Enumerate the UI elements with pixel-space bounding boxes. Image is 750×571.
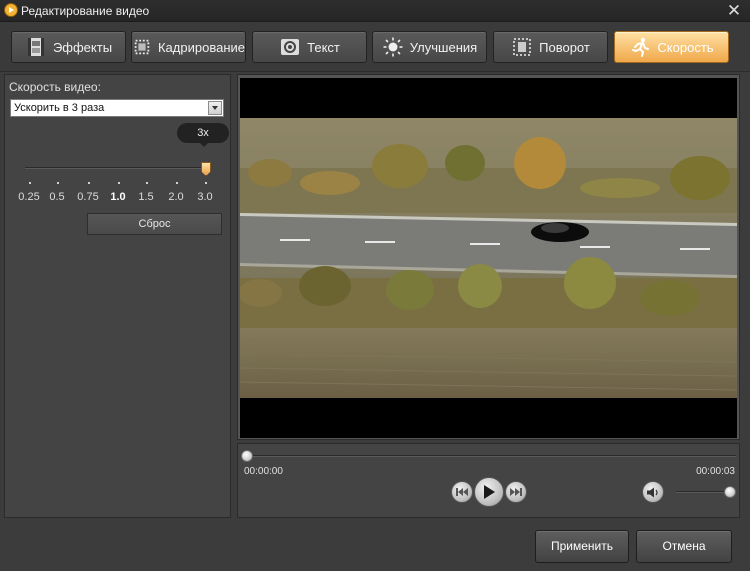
speed-select[interactable]: Ускорить в 3 раза xyxy=(10,99,224,117)
tab-effects[interactable]: Эффекты xyxy=(11,31,126,63)
running-man-icon xyxy=(632,37,650,57)
seek-bar-track[interactable] xyxy=(246,455,736,457)
apply-button[interactable]: Применить xyxy=(535,530,629,563)
play-icon xyxy=(484,485,495,499)
volume-slider-thumb[interactable] xyxy=(724,486,736,498)
tab-effects-label: Эффекты xyxy=(52,39,113,55)
speed-slider-thumb[interactable] xyxy=(201,162,211,176)
tick-dot xyxy=(176,182,178,184)
tick-label: 0.75 xyxy=(77,191,99,203)
chevron-down-icon[interactable] xyxy=(208,101,222,115)
tick-label: 2.0 xyxy=(168,191,184,203)
tick-dot xyxy=(118,182,120,184)
fast-forward-button[interactable] xyxy=(505,481,527,503)
tick-label: 1.5 xyxy=(138,191,154,203)
tick-dot xyxy=(29,182,31,184)
tab-text-label: Текст xyxy=(307,39,340,55)
tab-crop-label: Кадрирование xyxy=(157,39,245,55)
speed-slider-track[interactable] xyxy=(25,167,210,169)
tab-rotate-label: Поворот xyxy=(539,39,590,55)
volume-button[interactable] xyxy=(642,481,664,503)
rewind-button[interactable] xyxy=(451,481,473,503)
tick-dot xyxy=(205,182,207,184)
speaker-icon xyxy=(647,487,658,497)
tick-label: 0.25 xyxy=(18,191,40,203)
tab-speed-label: Скорость xyxy=(657,39,714,55)
video-preview-frame xyxy=(237,74,740,440)
speed-label: Скорость видео: xyxy=(9,80,101,94)
tick-dot xyxy=(57,182,59,184)
text-icon xyxy=(281,39,300,55)
speed-settings-panel: Скорость видео: Ускорить в 3 раза 3x 0.2… xyxy=(4,74,231,518)
tab-enhancements[interactable]: Улучшения xyxy=(372,31,487,63)
tick-label: 1.0 xyxy=(110,191,126,203)
crop-icon xyxy=(134,39,150,55)
tab-text[interactable]: Текст xyxy=(252,31,367,63)
tab-speed[interactable]: Скорость xyxy=(614,31,729,63)
time-total: 00:00:03 xyxy=(696,466,735,477)
brightness-icon xyxy=(383,37,403,57)
tab-rotate[interactable]: Поворот xyxy=(493,31,608,63)
tick-dot xyxy=(88,182,90,184)
tab-enhancements-label: Улучшения xyxy=(409,39,478,55)
rewind-icon xyxy=(456,488,468,496)
tick-label: 0.5 xyxy=(49,191,65,203)
playback-controls: 00:00:00 00:00:03 xyxy=(237,443,740,518)
play-button[interactable] xyxy=(474,477,504,507)
tab-crop[interactable]: Кадрирование xyxy=(131,31,246,63)
reset-button[interactable]: Сброс xyxy=(87,213,222,235)
cancel-button[interactable]: Отмена xyxy=(636,530,732,563)
video-still-image xyxy=(240,78,737,438)
tab-bar: Эффекты Кадрирование Текст Улучшения Пов… xyxy=(0,22,750,72)
seek-bar-thumb[interactable] xyxy=(241,450,253,462)
speed-select-value: Ускорить в 3 раза xyxy=(14,102,105,114)
video-frame xyxy=(240,78,737,438)
speed-value-bubble: 3x xyxy=(177,123,229,147)
rotate-icon xyxy=(513,38,531,56)
tick-label: 3.0 xyxy=(197,191,213,203)
time-current: 00:00:00 xyxy=(244,466,283,477)
app-logo-icon xyxy=(4,3,18,17)
window-title: Редактирование видео xyxy=(21,4,150,18)
film-effects-icon xyxy=(27,38,44,56)
title-bar: Редактирование видео ✕ xyxy=(0,0,750,22)
tick-dot xyxy=(146,182,148,184)
fast-forward-icon xyxy=(510,488,522,496)
close-icon[interactable]: ✕ xyxy=(724,1,744,21)
